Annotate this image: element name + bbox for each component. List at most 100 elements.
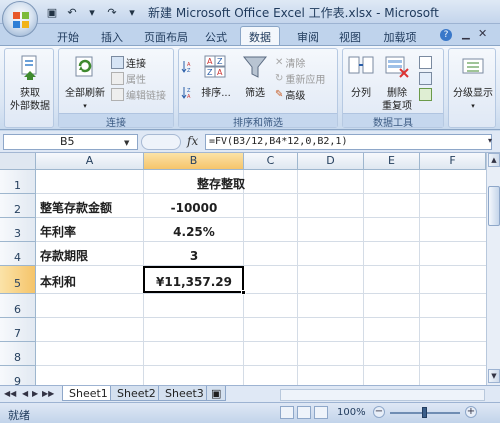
row-header-6[interactable]: 6 <box>0 294 36 318</box>
formula-input[interactable]: =FV(B3/12,B4*12,0,B2,1) <box>205 134 492 150</box>
save-icon[interactable]: ▣ <box>44 4 60 20</box>
row-header-4[interactable]: 4 <box>0 242 36 266</box>
sort-descending-button[interactable]: ZA <box>181 85 194 99</box>
refresh-dropdown-icon[interactable]: ▾ <box>61 100 109 113</box>
column-header-d[interactable]: D <box>298 153 364 170</box>
text-to-columns-button[interactable]: 分列 <box>345 53 377 100</box>
row-header-3[interactable]: 3 <box>0 218 36 242</box>
row-header-7[interactable]: 7 <box>0 318 36 342</box>
row-header-9[interactable]: 9 <box>0 366 36 385</box>
column-header-c[interactable]: C <box>244 153 298 170</box>
tab-insert[interactable]: 插入 <box>96 27 128 46</box>
horizontal-scrollbar[interactable] <box>280 389 485 401</box>
select-all-corner[interactable] <box>0 153 36 170</box>
last-sheet-icon[interactable]: ▶▶ <box>42 389 54 398</box>
tab-home[interactable]: 开始 <box>52 27 84 46</box>
formula-buttons[interactable] <box>141 134 181 150</box>
column-header-b[interactable]: B <box>144 153 244 170</box>
page-break-view-icon[interactable] <box>314 406 328 419</box>
advanced-filter-button[interactable]: ✎ 高级 <box>275 87 305 102</box>
sheet-tab-sheet1[interactable]: Sheet1 <box>62 386 115 401</box>
what-if-button[interactable] <box>419 87 432 101</box>
office-button[interactable] <box>2 1 38 37</box>
column-header-f[interactable]: F <box>420 153 486 170</box>
normal-view-icon[interactable] <box>280 406 294 419</box>
scrollbar-thumb[interactable] <box>488 186 500 226</box>
consolidate-icon <box>419 71 432 85</box>
refresh-all-button[interactable]: 全部刷新 ▾ <box>61 53 109 113</box>
cell-a4[interactable]: 存款期限 <box>40 249 88 263</box>
window-close-icon[interactable]: ✕ <box>478 27 487 40</box>
clear-filter-icon: ✕ <box>275 56 284 68</box>
column-header-a[interactable]: A <box>36 153 144 170</box>
tab-formulas[interactable]: 公式 <box>200 27 232 46</box>
name-box[interactable]: B5 <box>3 134 138 150</box>
undo-icon[interactable]: ↶ <box>64 4 80 20</box>
group-connections: 全部刷新 ▾ 连接 属性 编辑链接 连接 <box>58 48 174 129</box>
sheet-tab-bar: ◀◀ ◀ ▶ ▶▶ Sheet1 Sheet2 Sheet3 ▣ <box>0 385 500 402</box>
cell-b1[interactable]: 整存整取 <box>144 177 298 191</box>
page-layout-view-icon[interactable] <box>297 406 311 419</box>
dropdown-icon[interactable]: ▾ <box>84 4 100 20</box>
scroll-down-icon[interactable]: ▼ <box>488 369 500 383</box>
tab-review[interactable]: 审阅 <box>292 27 324 46</box>
vertical-scrollbar[interactable]: ▲ ▼ <box>486 153 500 385</box>
cell-b3[interactable]: 4.25% <box>144 225 244 239</box>
status-bar: 就绪 100% − + <box>0 402 500 423</box>
prev-sheet-icon[interactable]: ◀ <box>22 389 28 398</box>
remove-duplicates-button[interactable]: 删除 重复项 <box>379 53 415 113</box>
view-buttons <box>280 406 328 419</box>
sort-button[interactable]: A Z Z A 排序... <box>201 53 231 100</box>
first-sheet-icon[interactable]: ◀◀ <box>4 389 16 398</box>
connections-button[interactable]: 连接 <box>111 55 146 70</box>
cell-b4[interactable]: 3 <box>144 249 244 263</box>
cell-a2[interactable]: 整笔存款金额 <box>40 201 112 215</box>
next-sheet-icon[interactable]: ▶ <box>32 389 38 398</box>
cell-b2[interactable]: -10000 <box>144 201 244 215</box>
properties-button[interactable]: 属性 <box>111 71 146 86</box>
redo-icon[interactable]: ↷ <box>104 4 120 20</box>
customize-icon[interactable]: ▾ <box>124 4 140 20</box>
cell-a3[interactable]: 年利率 <box>40 225 76 239</box>
clear-filter-button[interactable]: ✕ 清除 <box>275 55 305 70</box>
ribbon-tabs: 开始 插入 页面布局 公式 数据 审阅 视图 加载项 ? ▁ ✕ <box>0 24 500 47</box>
outline-dropdown-icon[interactable]: ▾ <box>450 100 496 113</box>
row-header-1[interactable]: 1 <box>0 170 36 194</box>
name-box-dropdown-icon[interactable]: ▼ <box>124 139 129 147</box>
row-header-8[interactable]: 8 <box>0 342 36 366</box>
tab-data[interactable]: 数据 <box>240 26 280 47</box>
edit-links-button[interactable]: 编辑链接 <box>111 87 166 102</box>
reapply-button[interactable]: ↻ 重新应用 <box>275 71 325 86</box>
zoom-level[interactable]: 100% <box>337 407 366 418</box>
row-header-5[interactable]: 5 <box>0 266 36 294</box>
get-external-data-button[interactable]: 获取 外部数据 <box>9 53 51 113</box>
tab-page-layout[interactable]: 页面布局 <box>140 27 192 46</box>
filter-button[interactable]: 筛选 <box>239 53 271 100</box>
insert-function-icon[interactable]: fx <box>187 134 198 148</box>
zoom-out-icon[interactable]: − <box>373 406 385 418</box>
remove-dup-label-1: 删除 <box>387 88 407 99</box>
gridline <box>419 170 420 385</box>
sort-ascending-button[interactable]: AZ <box>181 59 194 73</box>
zoom-in-icon[interactable]: + <box>465 406 477 418</box>
help-icon[interactable]: ? <box>440 29 452 41</box>
svg-text:Z: Z <box>207 68 213 77</box>
column-header-e[interactable]: E <box>364 153 420 170</box>
data-validation-button[interactable] <box>419 55 432 69</box>
svg-text:Z: Z <box>187 68 191 73</box>
insert-sheet-icon[interactable]: ▣ <box>206 386 227 401</box>
tab-view[interactable]: 视图 <box>334 27 366 46</box>
fill-handle[interactable] <box>241 290 246 295</box>
zoom-slider-thumb[interactable] <box>422 407 427 418</box>
cell-a5[interactable]: 本利和 <box>40 275 76 289</box>
outline-button[interactable]: 分级显示 ▾ <box>450 53 496 113</box>
properties-label: 属性 <box>126 74 146 86</box>
row-header-2[interactable]: 2 <box>0 194 36 218</box>
sheet-tab-sheet3[interactable]: Sheet3 <box>158 386 211 401</box>
ribbon-minimize-icon[interactable]: ▁ <box>462 29 470 40</box>
tab-addins[interactable]: 加载项 <box>378 27 422 46</box>
expand-formula-icon[interactable]: ▾ <box>488 136 492 145</box>
consolidate-button[interactable] <box>419 71 432 85</box>
sheet-tab-sheet2[interactable]: Sheet2 <box>110 386 163 401</box>
scroll-up-icon[interactable]: ▲ <box>488 153 500 167</box>
